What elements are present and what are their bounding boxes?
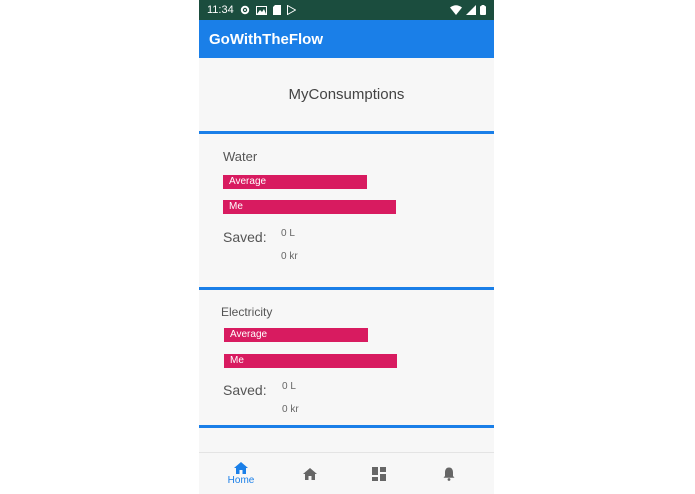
signal-icon xyxy=(466,5,476,15)
home-icon xyxy=(303,468,317,480)
dashboard-icon xyxy=(372,467,386,481)
saved-amount: 0 L xyxy=(282,381,296,392)
play-store-icon xyxy=(286,5,296,15)
page-title: MyConsumptions xyxy=(288,86,405,103)
wifi-icon xyxy=(450,5,462,15)
average-bar-label: Average xyxy=(229,176,267,187)
phone-screen: 11:34 GoWithTheFlow MyConsumptions Water… xyxy=(199,0,494,494)
app-title: GoWithTheFlow xyxy=(209,30,324,48)
card-title: Water xyxy=(223,149,258,164)
nav-item-notifications[interactable] xyxy=(419,453,479,494)
card-title: Electricity xyxy=(221,305,273,319)
saved-money: 0 kr xyxy=(281,251,298,262)
consumption-card-water: Water Average Me Saved: 0 L 0 kr xyxy=(199,134,494,287)
status-time: 11:34 xyxy=(207,4,234,16)
nav-label-home: Home xyxy=(227,475,255,486)
me-bar: Me xyxy=(224,354,397,368)
me-bar-label: Me xyxy=(230,355,244,366)
home-icon xyxy=(234,462,248,474)
bottom-navigation: Home xyxy=(199,452,494,494)
me-bar: Me xyxy=(223,200,396,214)
saved-label: Saved: xyxy=(223,229,267,245)
battery-icon xyxy=(480,5,486,15)
image-icon xyxy=(255,5,267,15)
divider xyxy=(199,425,494,428)
saved-money: 0 kr xyxy=(282,404,299,415)
consumption-card-electricity: Electricity Average Me Saved: 0 L 0 kr xyxy=(199,290,494,425)
sd-card-icon xyxy=(272,5,281,15)
nav-item-home-secondary[interactable] xyxy=(280,453,340,494)
bell-icon xyxy=(443,467,455,481)
status-bar: 11:34 xyxy=(199,0,494,20)
average-bar: Average xyxy=(223,175,367,189)
saved-label: Saved: xyxy=(223,382,267,398)
settings-icon xyxy=(240,5,249,15)
nav-item-dashboard[interactable] xyxy=(349,453,409,494)
nav-item-home[interactable]: Home xyxy=(211,453,271,494)
average-bar: Average xyxy=(224,328,368,342)
saved-amount: 0 L xyxy=(281,228,295,239)
average-bar-label: Average xyxy=(230,329,268,340)
page-title-section: MyConsumptions xyxy=(199,58,494,131)
app-bar: GoWithTheFlow xyxy=(199,20,494,58)
me-bar-label: Me xyxy=(229,201,243,212)
